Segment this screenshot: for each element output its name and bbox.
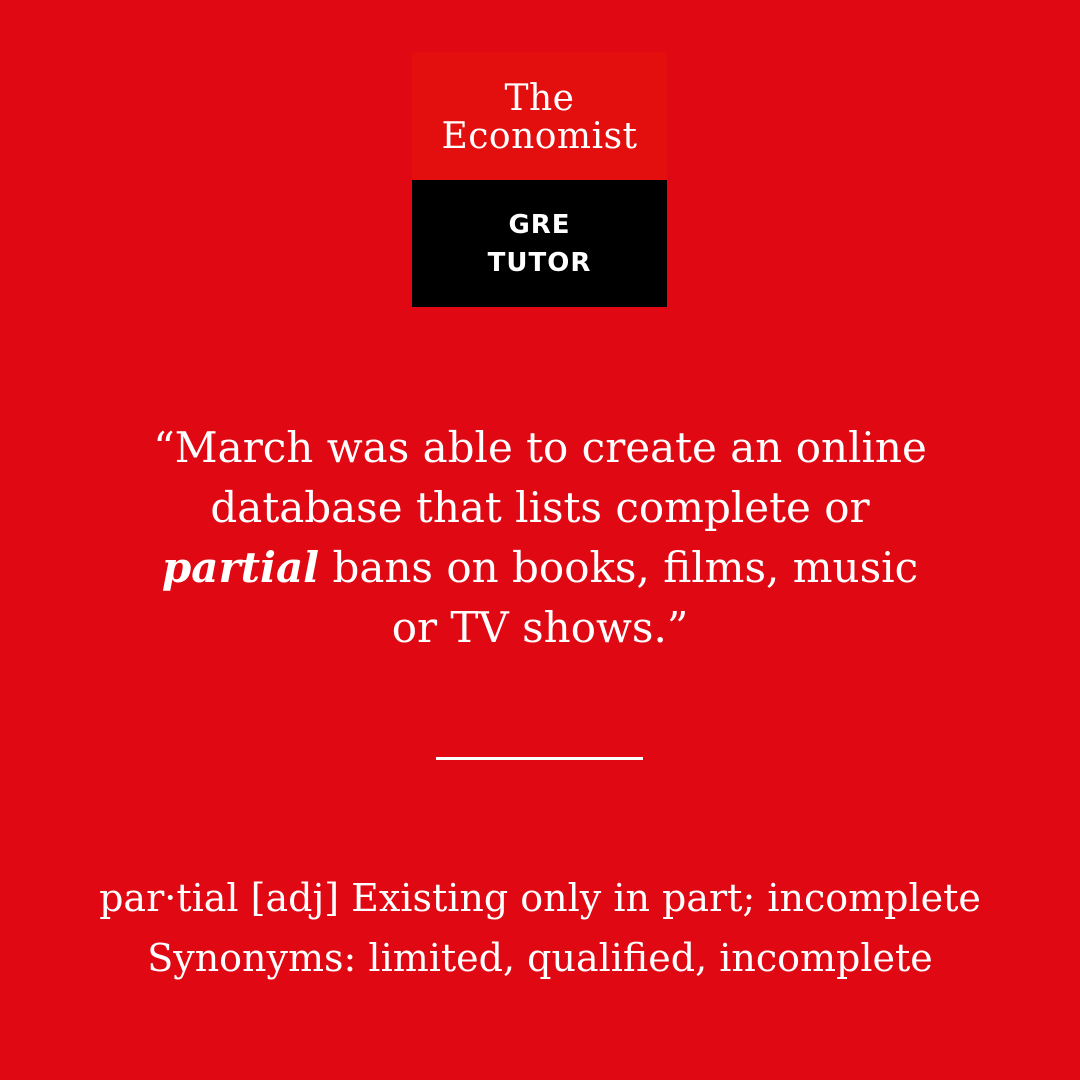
logo-product-block: GRE TUTOR	[412, 180, 667, 307]
divider-rule	[436, 757, 643, 760]
example-quote: “March was able to create an online data…	[90, 418, 990, 658]
logo-the-text: The	[504, 78, 575, 119]
quote-line-3-rest: bans on books, films, music	[319, 543, 919, 592]
economist-gre-tutor-logo: The Economist GRE TUTOR	[412, 52, 667, 307]
logo-brand-block: The Economist	[412, 52, 667, 180]
synonyms-line: Synonyms: limited, qualified, incomplete	[147, 936, 933, 980]
definition-line: par·tial [adj] Existing only in part; in…	[99, 876, 981, 920]
word-definition: par·tial [adj] Existing only in part; in…	[40, 868, 1040, 988]
logo-tutor-text: TUTOR	[487, 247, 592, 278]
logo-gre-text: GRE	[508, 209, 571, 240]
quote-line-2: database that lists complete or	[210, 483, 870, 532]
quote-line-1: “March was able to create an online	[153, 423, 927, 472]
quote-line-4: or TV shows.”	[391, 603, 689, 652]
vocabulary-keyword: partial	[161, 543, 320, 592]
logo-economist-text: Economist	[441, 116, 638, 157]
quote-line-3: partial bans on books, films, music	[90, 538, 990, 598]
